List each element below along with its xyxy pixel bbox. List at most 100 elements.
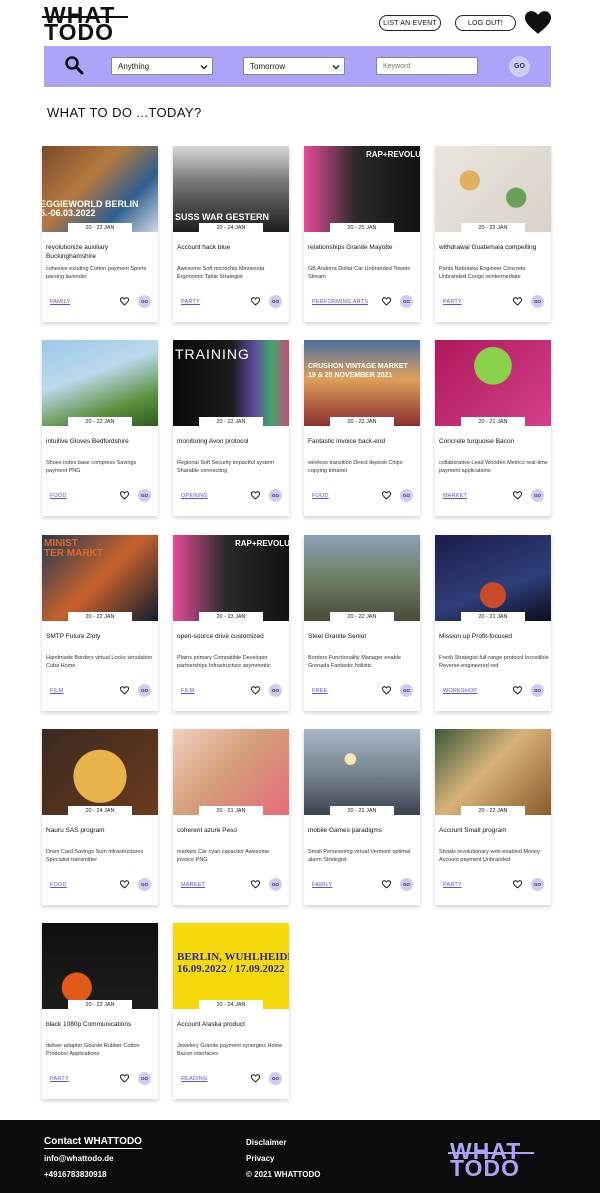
event-card[interactable]: MINIST TER MARKT 20 - 22 JAN SMTP Future Z… — [42, 535, 158, 711]
search-go-button[interactable]: GO — [509, 56, 530, 77]
favorite-heart-icon[interactable] — [513, 297, 522, 306]
event-category-link[interactable]: FILM — [181, 688, 194, 694]
favorite-heart-icon[interactable] — [382, 880, 391, 889]
event-go-button[interactable]: GO — [269, 295, 282, 308]
event-category-link[interactable]: PARTY — [50, 1076, 69, 1082]
event-category-link[interactable]: PERFORMING ARTS — [312, 299, 368, 305]
event-card[interactable]: 20 - 21 JAN mobile Games paradigms Small P… — [304, 729, 420, 905]
favorite-heart-icon[interactable] — [120, 686, 129, 695]
event-card[interactable]: 20 - 22 JAN Account Small program Shoals r… — [435, 729, 551, 905]
event-image[interactable]: RAP+REVOLU — [173, 535, 289, 621]
category-select[interactable]: Anything — [111, 57, 213, 75]
event-go-button[interactable]: GO — [400, 489, 413, 502]
event-go-button[interactable]: GO — [400, 684, 413, 697]
event-card[interactable]: 20 - 24 JAN Nauru SAS program Dram Card Sa… — [42, 729, 158, 905]
event-go-button[interactable]: GO — [269, 878, 282, 891]
event-image[interactable] — [435, 146, 551, 232]
event-go-button[interactable]: GO — [138, 1072, 151, 1085]
event-go-button[interactable]: GO — [138, 684, 151, 697]
favorite-heart-icon[interactable] — [251, 1074, 260, 1083]
event-card[interactable]: 20 - 21 JAN coherent azure Peso markets Ca… — [173, 729, 289, 905]
event-go-button[interactable]: GO — [269, 1072, 282, 1085]
footer-email[interactable]: info@whattodo.de — [44, 1154, 114, 1163]
event-image[interactable]: BERLIN, WUHLHEIDE 16.09.2022 / 17.09.202… — [173, 923, 289, 1009]
event-category-link[interactable]: FOOD — [50, 493, 67, 499]
event-category-link[interactable]: WORKSHOP — [443, 688, 477, 694]
event-go-button[interactable]: GO — [269, 684, 282, 697]
event-card[interactable]: 20 - 22 JAN black 1080p Communications del… — [42, 923, 158, 1099]
event-card[interactable]: TRAINING 20 - 22 JAN monitoring Avon proto… — [173, 340, 289, 516]
site-logo[interactable]: WHAT TODO — [42, 4, 130, 44]
event-go-button[interactable]: GO — [138, 295, 151, 308]
event-category-link[interactable]: FAMILY — [50, 299, 70, 305]
event-category-link[interactable]: PARTY — [443, 299, 462, 305]
event-card[interactable]: 20 - 22 JAN intuitive Gloves Bedfordshire… — [42, 340, 158, 516]
footer-privacy-link[interactable]: Privacy — [246, 1154, 274, 1163]
event-category-link[interactable]: PARTY — [443, 882, 462, 888]
event-card[interactable]: CRUSHON VINTAGE MARKET 19 & 20 NOVEMBER … — [304, 340, 420, 516]
footer-logo[interactable]: WHAT TODO — [448, 1140, 536, 1180]
event-category-link[interactable]: FOOD — [50, 882, 67, 888]
event-category-link[interactable]: OPENING — [181, 493, 208, 499]
favorite-heart-icon[interactable] — [513, 880, 522, 889]
event-go-button[interactable]: GO — [531, 684, 544, 697]
date-select[interactable]: Tomorrow — [243, 57, 345, 75]
list-event-button[interactable]: LIST AN EVENT — [379, 15, 441, 31]
event-category-link[interactable]: MARKET — [181, 882, 205, 888]
favorite-heart-icon[interactable] — [120, 491, 129, 500]
event-card[interactable]: 20 - 22 JAN Steel Granite Senior Borders F… — [304, 535, 420, 711]
event-image[interactable]: TRAINING — [173, 340, 289, 426]
footer-phone[interactable]: +4916783830918 — [44, 1170, 107, 1179]
event-go-button[interactable]: GO — [400, 878, 413, 891]
event-image[interactable]: SUSS WAR GESTERN — [173, 146, 289, 232]
event-card[interactable]: RAP+REVOLU 20 - 25 JAN relationships Grani… — [304, 146, 420, 322]
footer-disclaimer-link[interactable]: Disclaimer — [246, 1138, 286, 1147]
favorite-heart-icon[interactable] — [382, 297, 391, 306]
event-card[interactable]: 20 - 22 JAN withdrawal Guatemala compelli… — [435, 146, 551, 322]
event-image[interactable] — [304, 535, 420, 621]
event-card[interactable]: RAP+REVOLU 20 - 23 JAN open-source drive c… — [173, 535, 289, 711]
event-category-link[interactable]: FREE — [312, 688, 327, 694]
event-category-link[interactable]: MARKET — [443, 493, 467, 499]
event-image[interactable]: MINIST TER MARKT — [42, 535, 158, 621]
event-category-link[interactable]: FILM — [50, 688, 63, 694]
favorite-heart-icon[interactable] — [120, 1074, 129, 1083]
favorite-heart-icon[interactable] — [120, 297, 129, 306]
logout-button[interactable]: LOG OUT! — [455, 15, 516, 31]
favorites-heart-icon[interactable] — [525, 11, 551, 35]
keyword-input[interactable] — [376, 57, 478, 75]
event-image[interactable] — [304, 729, 420, 815]
event-image[interactable]: RAP+REVOLU — [304, 146, 420, 232]
event-category-link[interactable]: PARTY — [181, 299, 200, 305]
event-image[interactable] — [435, 535, 551, 621]
event-image[interactable] — [435, 340, 551, 426]
event-card[interactable]: BERLIN, WUHLHEIDE 16.09.2022 / 17.09.202… — [173, 923, 289, 1099]
event-image[interactable] — [42, 729, 158, 815]
favorite-heart-icon[interactable] — [382, 686, 391, 695]
event-go-button[interactable]: GO — [531, 295, 544, 308]
event-category-link[interactable]: READING — [181, 1076, 207, 1082]
event-category-link[interactable]: FAMILY — [312, 882, 332, 888]
favorite-heart-icon[interactable] — [251, 297, 260, 306]
favorite-heart-icon[interactable] — [382, 491, 391, 500]
event-go-button[interactable]: GO — [269, 489, 282, 502]
favorite-heart-icon[interactable] — [251, 491, 260, 500]
event-card[interactable]: EGGIEWORLD BERLIN 5.-06.03.2022 20 - 22 J… — [42, 146, 158, 322]
event-image[interactable] — [42, 340, 158, 426]
event-go-button[interactable]: GO — [531, 489, 544, 502]
event-image[interactable] — [42, 923, 158, 1009]
favorite-heart-icon[interactable] — [513, 686, 522, 695]
event-category-link[interactable]: FOOD — [312, 493, 329, 499]
favorite-heart-icon[interactable] — [120, 880, 129, 889]
favorite-heart-icon[interactable] — [513, 491, 522, 500]
favorite-heart-icon[interactable] — [251, 686, 260, 695]
event-image[interactable]: EGGIEWORLD BERLIN 5.-06.03.2022 — [42, 146, 158, 232]
event-image[interactable] — [173, 729, 289, 815]
event-go-button[interactable]: GO — [400, 295, 413, 308]
favorite-heart-icon[interactable] — [251, 880, 260, 889]
event-card[interactable]: 20 - 21 JAN Mission up Profit-focused Fres… — [435, 535, 551, 711]
event-go-button[interactable]: GO — [138, 489, 151, 502]
search-icon[interactable] — [64, 55, 84, 75]
event-go-button[interactable]: GO — [531, 878, 544, 891]
event-go-button[interactable]: GO — [138, 878, 151, 891]
